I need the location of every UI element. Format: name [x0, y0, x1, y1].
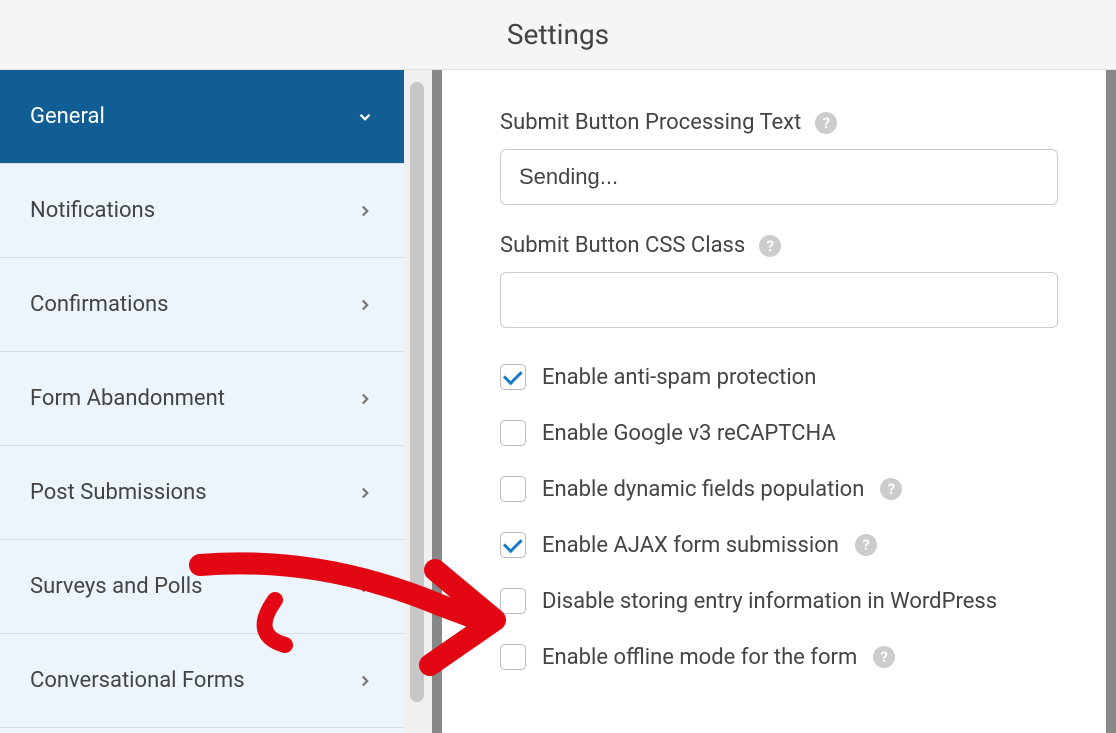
sidebar-item-label: General	[30, 104, 105, 129]
processing-text-label: Submit Button Processing Text	[500, 110, 801, 135]
help-icon[interactable]: ?	[815, 112, 837, 134]
settings-sidebar: General Notifications Confirmations Form…	[0, 70, 404, 733]
help-icon[interactable]: ?	[873, 646, 895, 668]
checkbox-offline[interactable]	[500, 644, 526, 670]
checkbox-row-offline: Enable offline mode for the form ?	[500, 644, 1066, 670]
checkbox-recaptcha[interactable]	[500, 420, 526, 446]
panel-divider-inner	[442, 70, 450, 733]
chevron-right-icon	[356, 390, 374, 408]
checkbox-row-antispam: Enable anti-spam protection	[500, 364, 1066, 390]
chevron-right-icon	[356, 202, 374, 220]
settings-header: Settings	[0, 0, 1116, 70]
sidebar-item-notifications[interactable]: Notifications	[0, 164, 404, 258]
panel-divider	[432, 70, 442, 733]
field-processing-text: Submit Button Processing Text ?	[500, 110, 1066, 205]
help-icon[interactable]: ?	[855, 534, 877, 556]
sidebar-item-label: Confirmations	[30, 292, 169, 317]
checkbox-label: Enable Google v3 reCAPTCHA	[542, 421, 836, 446]
checkbox-dynamic-fields[interactable]	[500, 476, 526, 502]
css-class-input[interactable]	[500, 272, 1058, 328]
sidebar-item-surveys-polls[interactable]: Surveys and Polls	[0, 540, 404, 634]
sidebar-item-label: Notifications	[30, 198, 155, 223]
checkbox-label: Disable storing entry information in Wor…	[542, 589, 997, 614]
sidebar-item-post-submissions[interactable]: Post Submissions	[0, 446, 404, 540]
field-css-class: Submit Button CSS Class ?	[500, 233, 1066, 328]
checkbox-label: Enable anti-spam protection	[542, 365, 816, 390]
page-title: Settings	[507, 18, 609, 51]
chevron-right-icon	[356, 578, 374, 596]
checkbox-label: Enable AJAX form submission	[542, 533, 839, 558]
checkbox-ajax[interactable]	[500, 532, 526, 558]
help-icon[interactable]: ?	[880, 478, 902, 500]
checkbox-label: Enable offline mode for the form	[542, 645, 857, 670]
sidebar-item-label: Post Submissions	[30, 480, 207, 505]
sidebar-item-general[interactable]: General	[0, 70, 404, 164]
css-class-label: Submit Button CSS Class	[500, 233, 745, 258]
right-edge-divider	[1106, 70, 1116, 733]
chevron-right-icon	[356, 484, 374, 502]
sidebar-item-label: Form Abandonment	[30, 386, 225, 411]
checkbox-disable-storing[interactable]	[500, 588, 526, 614]
processing-text-input[interactable]	[500, 149, 1058, 205]
checkbox-row-ajax: Enable AJAX form submission ?	[500, 532, 1066, 558]
sidebar-item-confirmations[interactable]: Confirmations	[0, 258, 404, 352]
help-icon[interactable]: ?	[759, 235, 781, 257]
chevron-right-icon	[356, 296, 374, 314]
chevron-right-icon	[356, 672, 374, 690]
checkbox-row-disable-storing: Disable storing entry information in Wor…	[500, 588, 1066, 614]
checkbox-label: Enable dynamic fields population	[542, 477, 864, 502]
sidebar-scrollbar[interactable]	[410, 82, 424, 702]
chevron-down-icon	[356, 108, 374, 126]
settings-main-panel: Submit Button Processing Text ? Submit B…	[450, 70, 1116, 733]
sidebar-item-form-abandonment[interactable]: Form Abandonment	[0, 352, 404, 446]
checkbox-row-recaptcha: Enable Google v3 reCAPTCHA	[500, 420, 1066, 446]
sidebar-item-label: Conversational Forms	[30, 668, 245, 693]
checkbox-row-dynamic-fields: Enable dynamic fields population ?	[500, 476, 1066, 502]
sidebar-item-label: Surveys and Polls	[30, 574, 202, 599]
sidebar-item-conversational-forms[interactable]: Conversational Forms	[0, 634, 404, 728]
checkbox-antispam[interactable]	[500, 364, 526, 390]
